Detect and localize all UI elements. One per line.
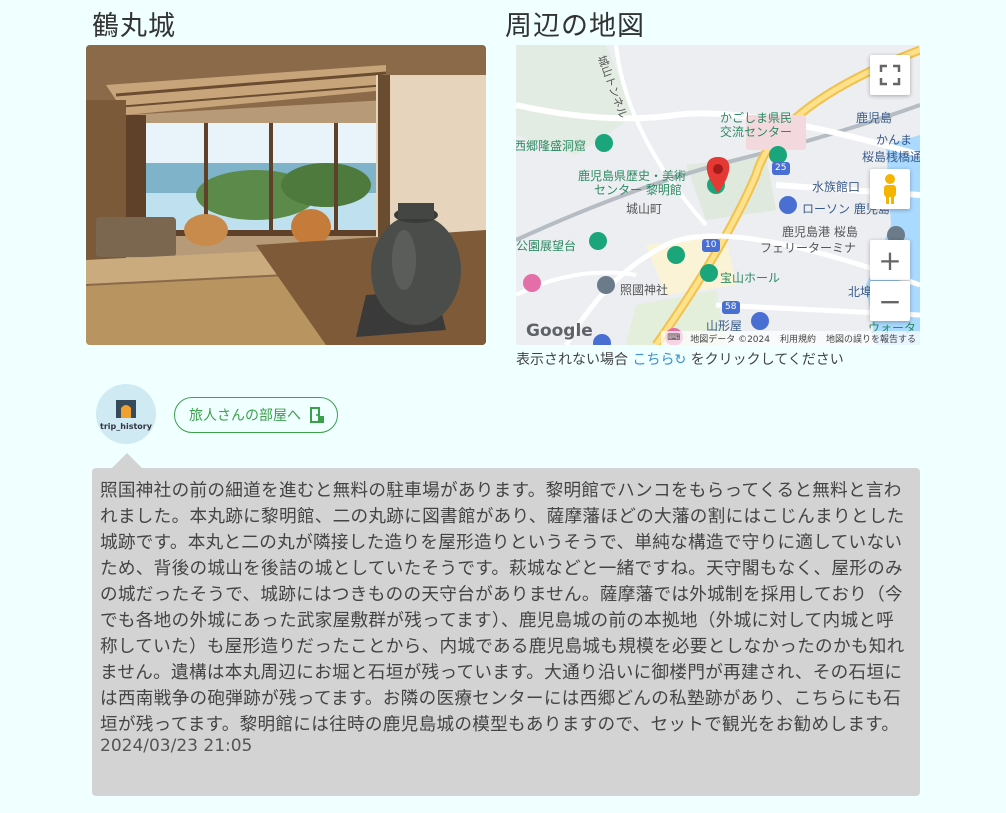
map-label-ferry: フェリーターミナ — [760, 241, 857, 255]
pegman-icon — [884, 174, 896, 204]
google-logo: Google — [526, 321, 593, 341]
keyboard-icon[interactable]: ⌨ — [667, 333, 680, 343]
map-label-suizokukan: 水族館口 — [812, 180, 861, 194]
zoom-in-icon: + — [878, 243, 902, 277]
zoom-out-icon: − — [878, 284, 902, 318]
map-label-shiroyama: 城山町 — [626, 202, 663, 216]
avatar-label: trip_history — [100, 421, 152, 431]
map-route-58: 58 — [725, 302, 737, 312]
review-text: 照国神社の前の細道を進むと無料の駐車場があります。黎明館でハンコをもらってくると… — [100, 481, 905, 735]
door-icon — [310, 407, 324, 423]
reload-icon: ↻ — [674, 352, 687, 368]
fullscreen-icon — [879, 64, 901, 86]
map-route-10: 10 — [705, 240, 717, 250]
room-photo-image — [86, 45, 486, 345]
map-label-hall: 宝山ホール — [720, 271, 781, 285]
street-view-button[interactable] — [870, 169, 910, 209]
zoom-out-button[interactable]: − — [870, 281, 910, 321]
traveler-room-label: 旅人さんの部屋へ — [189, 408, 301, 424]
map-label-sakurajima-pier: 桜島桟橋通 — [862, 150, 920, 164]
map-label-kagoshimaeki: 鹿児島 — [856, 111, 893, 125]
avatar[interactable]: trip_history — [96, 384, 156, 444]
map-report-link[interactable]: 地図の誤りを報告する — [826, 332, 916, 345]
map-label-shokoku: 照國神社 — [620, 283, 669, 297]
map-footer: ⌨ 地図データ ©2024 利用規約 地図の誤りを報告する — [661, 331, 920, 345]
map-canvas — [516, 45, 920, 345]
map-route-25: 25 — [775, 163, 787, 173]
map-label-port: 鹿児島港 桜島 — [782, 225, 858, 239]
fullscreen-button[interactable] — [870, 55, 910, 95]
map-terms-link[interactable]: 利用規約 — [780, 332, 816, 345]
map-label-museum2: センター 黎明館 — [594, 183, 682, 197]
map-label-kitafuto: 北埠 — [848, 285, 873, 299]
map-note-before: 表示されない場合 — [516, 352, 628, 368]
spot-title: 鶴丸城 — [92, 11, 176, 42]
map-label-prefhall2: 交流センター — [720, 125, 793, 139]
traveler-room-button[interactable]: 旅人さんの部屋へ — [174, 397, 338, 433]
logo-icon — [116, 399, 136, 418]
map-label-park: 公園展望台 — [516, 239, 577, 253]
map-note-after: をクリックしてください — [690, 352, 844, 368]
zoom-in-button[interactable]: + — [870, 240, 910, 280]
map-label-kanma: かんま — [876, 133, 913, 147]
map-fallback-note: 表示されない場合 こちら↻ をクリックしてください — [516, 349, 844, 369]
review-date: 2024/03/23 21:05 — [100, 736, 253, 756]
map-panel[interactable]: 城山トンネル かごしま県民 交流センター 鹿児島 かんま 桜島桟橋通 西郷隆盛洞… — [516, 45, 920, 345]
spot-photo[interactable] — [86, 45, 486, 345]
map-attribution: 地図データ ©2024 — [690, 334, 770, 345]
review-bubble: 照国神社の前の細道を進むと無料の駐車場があります。黎明館でハンコをもらってくると… — [92, 453, 920, 796]
map-fallback-link[interactable]: こちら↻ — [632, 352, 686, 368]
map-heading: 周辺の地図 — [505, 11, 645, 42]
map-label-saigo-cave: 西郷隆盛洞窟 — [516, 139, 587, 153]
